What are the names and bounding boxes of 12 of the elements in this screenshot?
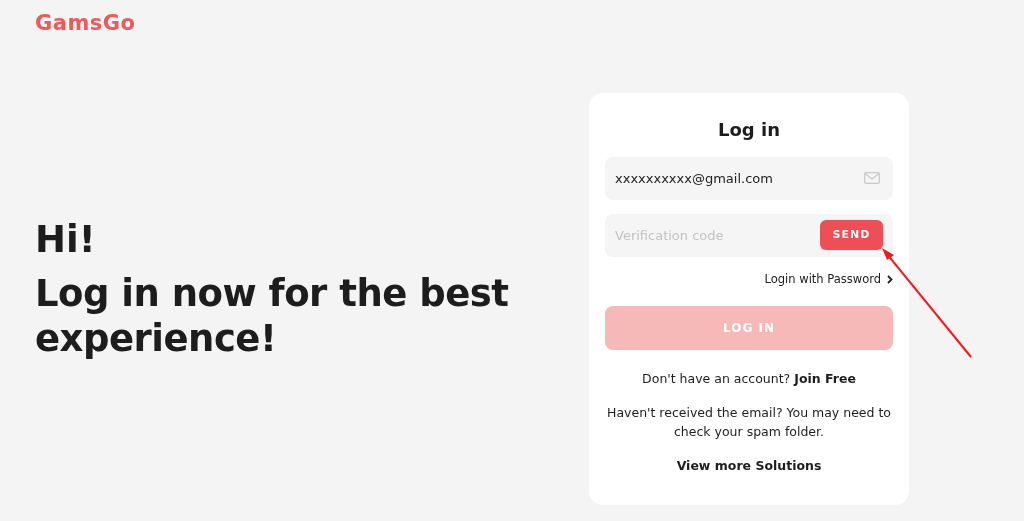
login-with-password-link[interactable]: Login with Password: [764, 271, 893, 289]
chevron-icon: [887, 275, 893, 285]
spam-notice: Haven't received the email? You may need to check your spam folder.: [606, 404, 892, 441]
greeting-heading: Hi!: [35, 218, 97, 263]
email-field[interactable]: xxxxxxxxxx@gmail.com: [605, 157, 893, 200]
headline: Log in now for the best experience!: [35, 272, 510, 362]
card-title: Log in: [717, 118, 781, 142]
view-more-solutions-link[interactable]: View more Solutions: [676, 457, 822, 473]
send-button[interactable]: SEND: [820, 220, 883, 250]
signup-prompt: Don't have an account? Join Free: [641, 370, 857, 389]
join-free-link[interactable]: Join Free: [794, 371, 856, 387]
mail-icon: [864, 172, 880, 184]
